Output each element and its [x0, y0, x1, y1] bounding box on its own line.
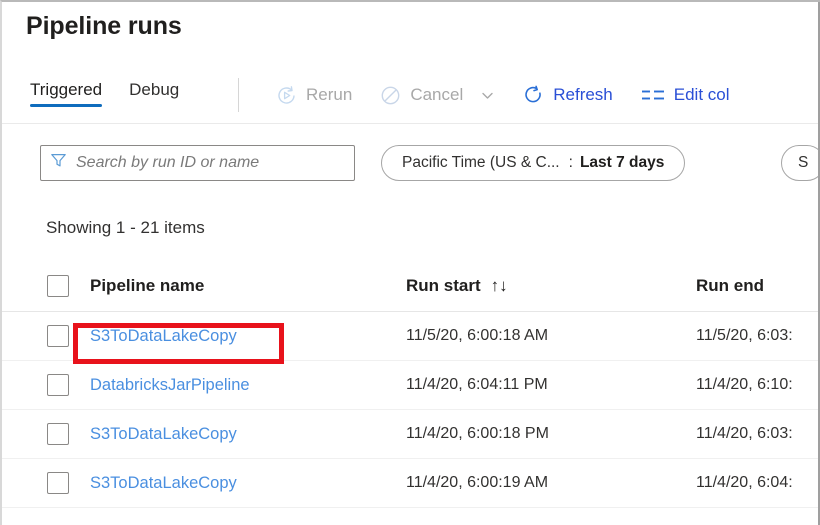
- filter-funnel-icon: [50, 152, 67, 174]
- cell-run-start: 11/5/20, 6:00:18 AM: [390, 327, 680, 345]
- edit-columns-icon: [641, 87, 665, 103]
- header-cell-run-end: Run end: [680, 276, 820, 296]
- run-start-value: 11/4/20, 6:00:19 AM: [406, 474, 548, 491]
- row-checkbox[interactable]: [47, 472, 69, 494]
- tab-list: Triggered Debug: [28, 66, 188, 124]
- header-cell-pipeline-name: Pipeline name: [2, 276, 390, 296]
- cell-run-start: 11/4/20, 6:00:19 AM: [390, 474, 680, 492]
- time-filter-separator: :: [569, 154, 573, 172]
- refresh-label: Refresh: [553, 85, 613, 105]
- run-end-value: 11/4/20, 6:03:: [696, 425, 793, 442]
- header-label-run-start: Run start ↑↓: [406, 276, 508, 296]
- rerun-icon: [276, 85, 297, 106]
- cell-run-end: 11/4/20, 6:04:: [680, 474, 820, 492]
- refresh-button[interactable]: Refresh: [509, 75, 627, 115]
- cell-run-end: 11/4/20, 6:10:: [680, 376, 820, 394]
- time-zone-label: Pacific Time (US & C...: [402, 154, 560, 172]
- edit-columns-label: Edit col: [674, 85, 730, 105]
- header-label-run-end: Run end: [696, 276, 764, 296]
- filter-bar: Search by run ID or name Pacific Time (U…: [2, 134, 820, 192]
- toolbar-commands: Rerun Cancel: [262, 66, 744, 124]
- cell-pipeline-name: S3ToDataLakeCopy: [2, 327, 390, 346]
- cancel-icon: [380, 85, 401, 106]
- tab-debug[interactable]: Debug: [127, 66, 188, 100]
- edit-columns-button[interactable]: Edit col: [627, 75, 744, 115]
- cancel-button[interactable]: Cancel: [366, 75, 509, 115]
- pipeline-name-link[interactable]: DatabricksJarPipeline: [46, 376, 250, 395]
- pipeline-runs-table: Pipeline name Run start ↑↓ Run end S3ToD…: [2, 260, 820, 508]
- run-start-value: 11/5/20, 6:00:18 AM: [406, 327, 548, 344]
- table-header-row: Pipeline name Run start ↑↓ Run end: [2, 260, 820, 312]
- status-filter-label: S: [798, 154, 808, 172]
- rerun-button[interactable]: Rerun: [262, 75, 366, 115]
- rerun-label: Rerun: [306, 85, 352, 105]
- pipeline-name-link[interactable]: S3ToDataLakeCopy: [46, 327, 237, 346]
- time-range-filter[interactable]: Pacific Time (US & C... : Last 7 days: [381, 145, 685, 181]
- tab-triggered[interactable]: Triggered: [28, 66, 111, 100]
- header-label-pipeline-name: Pipeline name: [46, 276, 204, 296]
- tab-debug-label: Debug: [129, 80, 179, 99]
- row-checkbox[interactable]: [47, 423, 69, 445]
- table-row[interactable]: S3ToDataLakeCopy 11/4/20, 6:00:18 PM 11/…: [2, 410, 820, 459]
- table-row[interactable]: S3ToDataLakeCopy 11/4/20, 6:00:19 AM 11/…: [2, 459, 820, 508]
- cell-pipeline-name: S3ToDataLakeCopy: [2, 425, 390, 444]
- run-start-value: 11/4/20, 6:00:18 PM: [406, 425, 549, 442]
- header-text-run-start: Run start: [406, 276, 481, 296]
- pipeline-runs-screen: Pipeline runs Triggered Debug: [0, 0, 820, 525]
- toolbar-divider: [238, 78, 239, 112]
- header-cell-run-start[interactable]: Run start ↑↓: [390, 276, 680, 296]
- cell-run-end: 11/4/20, 6:03:: [680, 425, 820, 443]
- command-bar: Triggered Debug Rerun: [2, 66, 820, 124]
- refresh-icon: [523, 85, 544, 106]
- status-filter[interactable]: S: [781, 145, 820, 181]
- page-title: Pipeline runs: [26, 12, 182, 41]
- results-count: Showing 1 - 21 items: [46, 218, 205, 238]
- sort-arrows-icon[interactable]: ↑↓: [491, 276, 508, 296]
- tab-active-underline: [30, 104, 102, 107]
- run-start-value: 11/4/20, 6:04:11 PM: [406, 376, 548, 393]
- cell-pipeline-name: S3ToDataLakeCopy: [2, 474, 390, 493]
- select-all-checkbox[interactable]: [47, 275, 69, 297]
- table-row[interactable]: DatabricksJarPipeline 11/4/20, 6:04:11 P…: [2, 361, 820, 410]
- run-end-value: 11/5/20, 6:03:: [696, 327, 793, 344]
- run-end-value: 11/4/20, 6:04:: [696, 474, 793, 491]
- cell-run-start: 11/4/20, 6:00:18 PM: [390, 425, 680, 443]
- row-checkbox[interactable]: [47, 374, 69, 396]
- run-end-value: 11/4/20, 6:10:: [696, 376, 793, 393]
- tab-triggered-label: Triggered: [30, 80, 102, 99]
- chevron-down-icon[interactable]: [480, 88, 495, 103]
- table-row[interactable]: S3ToDataLakeCopy 11/5/20, 6:00:18 AM 11/…: [2, 312, 820, 361]
- cell-run-end: 11/5/20, 6:03:: [680, 327, 820, 345]
- time-range-value: Last 7 days: [580, 154, 664, 172]
- pipeline-name-link[interactable]: S3ToDataLakeCopy: [46, 425, 237, 444]
- cell-run-start: 11/4/20, 6:04:11 PM: [390, 376, 680, 394]
- row-checkbox[interactable]: [47, 325, 69, 347]
- cell-pipeline-name: DatabricksJarPipeline: [2, 376, 390, 395]
- search-input[interactable]: Search by run ID or name: [40, 145, 355, 181]
- search-placeholder: Search by run ID or name: [76, 154, 259, 172]
- pipeline-name-link[interactable]: S3ToDataLakeCopy: [46, 474, 237, 493]
- cancel-label: Cancel: [410, 85, 463, 105]
